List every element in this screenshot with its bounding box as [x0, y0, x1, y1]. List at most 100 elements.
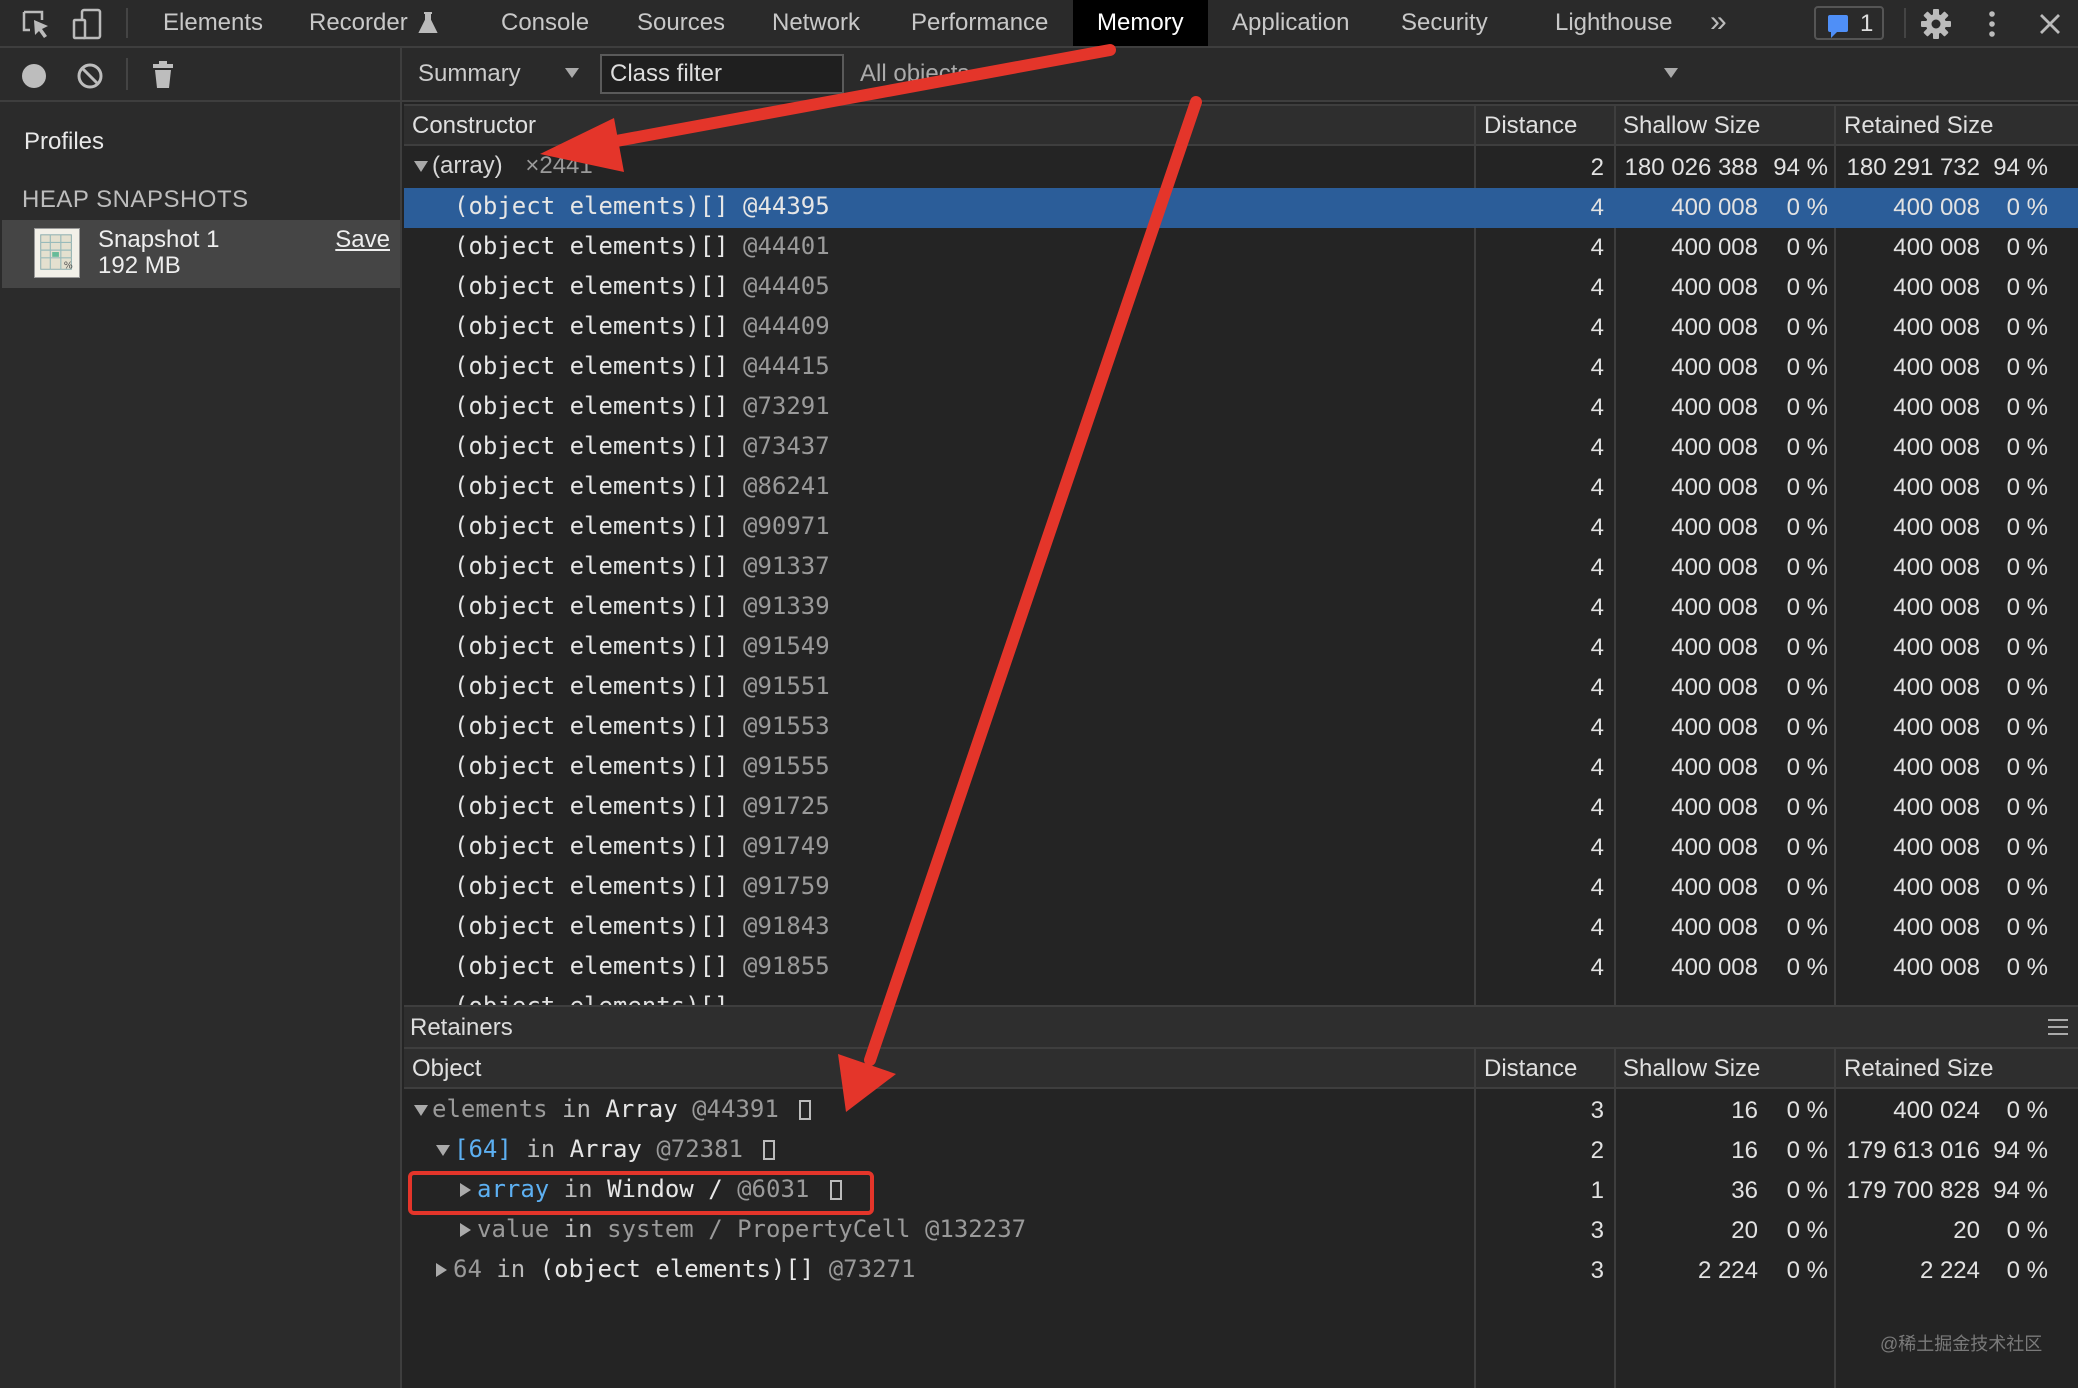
table-row[interactable]: (object elements)[] @91339 4 400 008 0 % 400… [404, 588, 2078, 628]
header-shallow-size[interactable]: Shallow Size [1623, 1055, 1760, 1083]
tab-sources[interactable]: Sources [637, 0, 725, 46]
record-icon[interactable] [20, 62, 48, 90]
header-shallow-size[interactable]: Shallow Size [1623, 112, 1760, 140]
collapse-arrow-icon[interactable] [436, 1144, 450, 1156]
row-retained-pct: 0 % [2006, 234, 2048, 261]
group-row-array[interactable]: (array) ×2441 2 180 026 388 94 % 180 291… [404, 148, 2078, 188]
row-distance: 4 [1590, 954, 1604, 981]
retainer-object-name: Array [569, 1135, 642, 1163]
table-row[interactable]: (object elements)[] @91549 4 400 008 0 % 400… [404, 628, 2078, 668]
header-distance[interactable]: Distance [1484, 112, 1577, 140]
retainer-row[interactable]: 64 in (object elements)[] @73271 3 2 224 0 … [404, 1251, 2078, 1291]
header-object[interactable]: Object [412, 1055, 481, 1083]
issues-button[interactable]: 1 [1814, 6, 1884, 40]
row-shallow-pct: 0 % [1786, 674, 1828, 701]
tab-console[interactable]: Console [501, 0, 589, 46]
header-constructor[interactable]: Constructor [412, 112, 536, 140]
row-constructor: (object elements)[] @91555 [454, 752, 830, 780]
header-retained-size[interactable]: Retained Size [1844, 112, 1993, 140]
close-icon[interactable] [2032, 6, 2068, 42]
row-retained-pct: 0 % [2006, 754, 2048, 781]
row-constructor: (object elements)[] @73437 [454, 432, 830, 460]
row-shallow: 400 008 [1671, 914, 1758, 941]
table-row[interactable]: (object elements)[] @91855 4 400 008 0 % 400… [404, 948, 2078, 988]
class-filter-input[interactable] [600, 54, 844, 94]
table-row[interactable]: (object elements)[] @91555 4 400 008 0 % 400… [404, 748, 2078, 788]
row-shallow-pct: 0 % [1786, 234, 1828, 261]
row-constructor: (object elements)[] @44401 [454, 232, 830, 260]
clear-icon[interactable] [76, 62, 104, 90]
row-shallow-pct: 0 % [1786, 874, 1828, 901]
expand-arrow-icon[interactable] [460, 1223, 471, 1237]
tab-security[interactable]: Security [1401, 0, 1488, 46]
row-shallow: 400 008 [1671, 834, 1758, 861]
table-row[interactable]: (object elements)[] @44395 4 400 008 0 % 400… [404, 188, 2078, 228]
row-id: @91553 [743, 712, 830, 740]
tab-elements[interactable]: Elements [163, 0, 263, 46]
table-row[interactable]: (object elements)[] @91749 4 400 008 0 % 400… [404, 828, 2078, 868]
row-name: (object elements)[] [454, 632, 729, 660]
group-name-cell: (array) ×2441 [414, 152, 593, 180]
expand-arrow-icon[interactable] [436, 1263, 447, 1277]
row-shallow-pct: 0 % [1786, 474, 1828, 501]
table-row[interactable]: (object elements)[] @90971 4 400 008 0 % 400… [404, 508, 2078, 548]
table-row[interactable]: (object elements)[] @91759 4 400 008 0 % 400… [404, 868, 2078, 908]
table-row[interactable]: (object elements)[] @91843 4 400 008 0 % 400… [404, 908, 2078, 948]
row-distance: 4 [1590, 594, 1604, 621]
table-row[interactable]: (object elements)[] @44409 4 400 008 0 % 400… [404, 308, 2078, 348]
store-as-global-icon[interactable] [763, 1140, 776, 1160]
header-distance[interactable]: Distance [1484, 1055, 1577, 1083]
header-retained-size[interactable]: Retained Size [1844, 1055, 1993, 1083]
row-retained: 400 008 [1893, 794, 1980, 821]
snapshot-item[interactable]: % Snapshot 1 192 MB Save [2, 220, 400, 288]
row-retained: 400 008 [1893, 714, 1980, 741]
store-as-global-icon[interactable] [799, 1100, 812, 1120]
inspect-icon[interactable] [18, 6, 54, 42]
view-select[interactable]: Summary [418, 60, 521, 88]
table-row[interactable]: (object elements)[] @91553 4 400 008 0 % 400… [404, 708, 2078, 748]
more-vertical-icon[interactable] [1974, 6, 2010, 42]
tab-recorder[interactable]: Recorder [309, 0, 408, 46]
collapse-arrow-icon[interactable] [414, 1104, 428, 1116]
table-row[interactable]: (object elements)[] @44401 4 400 008 0 % 400… [404, 228, 2078, 268]
row-retained-pct: 0 % [2006, 794, 2048, 821]
table-row[interactable]: (object elements)[] @44415 4 400 008 0 % 400… [404, 348, 2078, 388]
row-id: @44395 [743, 192, 830, 220]
retainer-object: elements in Array @44391 [414, 1095, 812, 1123]
retainer-object-id: @72381 [656, 1135, 744, 1163]
row-id: @44405 [743, 272, 830, 300]
more-tabs-button[interactable]: » [1710, 0, 1727, 46]
table-row[interactable]: (object elements)[] @91337 4 400 008 0 % 400… [404, 548, 2078, 588]
row-constructor: (object elements)[] @44409 [454, 312, 830, 340]
retainer-row[interactable]: value in system / PropertyCell @132237 3 2… [404, 1211, 2078, 1251]
row-retained-pct: 0 % [2006, 634, 2048, 661]
table-row[interactable]: (object elements)[] @73437 4 400 008 0 % 400… [404, 428, 2078, 468]
row-retained: 400 008 [1893, 234, 1980, 261]
tab-memory[interactable]: Memory [1073, 0, 1208, 46]
table-row[interactable]: (object elements)[] @73291 4 400 008 0 % 400… [404, 388, 2078, 428]
row-shallow: 400 008 [1671, 274, 1758, 301]
table-row[interactable]: (object elements)[] @86241 4 400 008 0 % 400… [404, 468, 2078, 508]
retainer-row[interactable]: elements in Array @44391 3 16 0 % 400 024 0 … [404, 1091, 2078, 1131]
tab-application[interactable]: Application [1232, 0, 1349, 46]
table-row[interactable]: (object elements)[] @91551 4 400 008 0 % 400… [404, 668, 2078, 708]
retainer-row[interactable]: [64] in Array @72381 2 16 0 % 179 613 016 94… [404, 1131, 2078, 1171]
trash-icon[interactable] [150, 60, 176, 90]
save-snapshot-link[interactable]: Save [335, 226, 390, 254]
settings-gear-icon[interactable] [1918, 6, 1954, 42]
row-shallow-pct: 0 % [1786, 954, 1828, 981]
table-row[interactable]: (object elements)[] @44405 4 400 008 0 % 400… [404, 268, 2078, 308]
device-toggle-icon[interactable] [70, 6, 106, 42]
tab-lighthouse[interactable]: Lighthouse [1555, 0, 1672, 46]
expand-arrow-icon[interactable] [414, 161, 428, 173]
profiles-toolbar [0, 48, 400, 102]
table-row[interactable]: (object elements)[] @91725 4 400 008 0 % 400… [404, 788, 2078, 828]
tab-performance[interactable]: Performance [911, 0, 1048, 46]
retainers-menu-icon[interactable] [2048, 1019, 2068, 1035]
row-shallow: 400 008 [1671, 634, 1758, 661]
tab-network[interactable]: Network [772, 0, 860, 46]
row-shallow: 400 008 [1671, 874, 1758, 901]
retainers-panel-header[interactable]: Retainers [404, 1005, 2078, 1047]
row-distance: 4 [1590, 634, 1604, 661]
objects-select[interactable]: All objects [860, 60, 969, 88]
